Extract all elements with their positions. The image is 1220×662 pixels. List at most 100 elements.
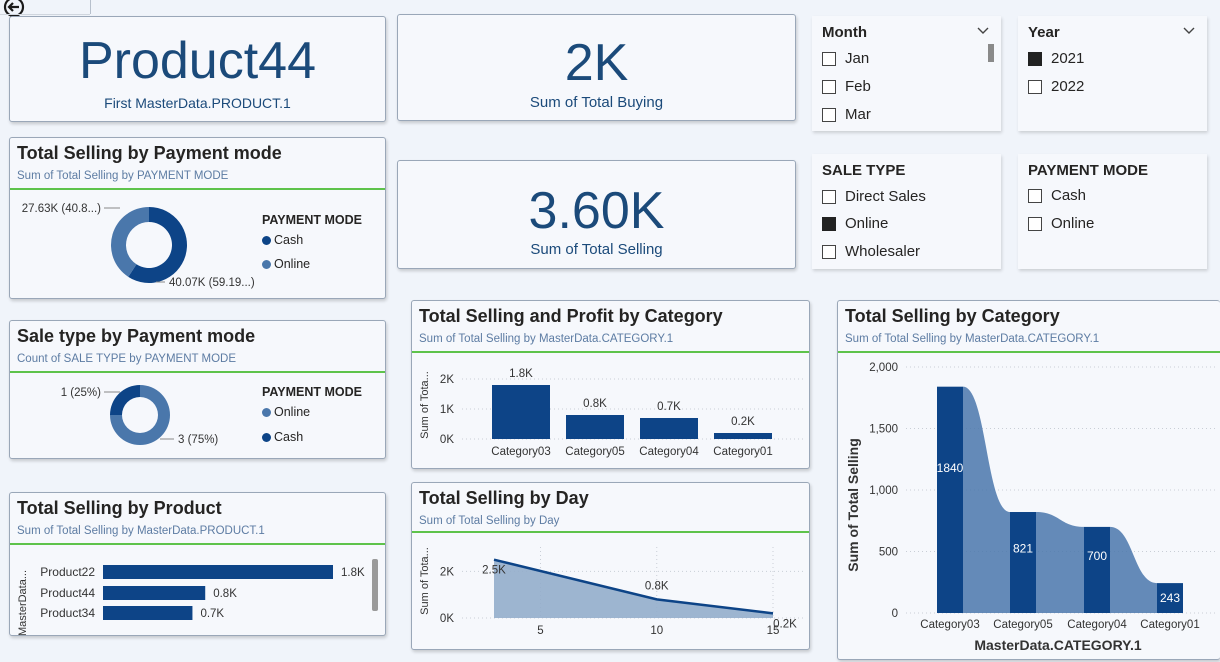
visual-category-profit-bar[interactable]: Total Selling and Profit by Category Sum… <box>411 300 810 469</box>
visual-subtitle: Count of SALE TYPE by PAYMENT MODE <box>17 353 237 365</box>
chevron-down-icon[interactable] <box>1183 22 1195 38</box>
y-tick-label: 0K <box>440 434 454 446</box>
kpi-product-value: Product44 <box>78 32 317 90</box>
legend-title: PAYMENT MODE <box>262 385 363 399</box>
visual-category-ribbon[interactable]: Total Selling by Category Sum of Total S… <box>837 300 1220 660</box>
visual-subtitle: Sum of Total Selling by PAYMENT MODE <box>17 170 229 182</box>
y-axis-label: Sum of Total Selling <box>845 438 861 572</box>
visual-subtitle: Sum of Total Selling by MasterData.CATEG… <box>419 333 674 345</box>
bar-data-label: 700 <box>1087 549 1107 563</box>
slicer-sale-type-item-online[interactable]: Online <box>822 215 888 232</box>
point-data-label: 0.2K <box>773 618 797 630</box>
slicer-payment-mode[interactable]: PAYMENT MODE Cash Online <box>1018 154 1207 269</box>
checkbox-icon[interactable] <box>822 107 836 122</box>
checkbox-icon[interactable] <box>1028 188 1042 203</box>
bar-data-label: 0.2K <box>731 416 755 428</box>
slicer-year-item-2021[interactable]: 2021 <box>1028 50 1084 67</box>
slice-data-label: 3 (75%) <box>178 434 218 446</box>
saletype-donut-chart[interactable]: 3 (75%) 1 (25%) <box>10 373 260 459</box>
checkbox-icon[interactable] <box>822 79 836 94</box>
slice-data-label: 40.07K (59.19...) <box>169 277 255 289</box>
y-tick-label: 500 <box>879 547 898 559</box>
visual-subtitle: Sum of Total Selling by MasterData.PRODU… <box>17 525 265 537</box>
visual-product-bar[interactable]: Total Selling by Product Sum of Total Se… <box>9 492 386 636</box>
legend-item-cash[interactable]: Cash <box>262 430 303 444</box>
legend-dot-icon <box>262 235 271 245</box>
legend-label: Cash <box>274 233 304 247</box>
checkbox-checked-icon[interactable] <box>822 216 836 231</box>
visual-saletype-donut[interactable]: Sale type by Payment mode Count of SALE … <box>9 320 386 459</box>
bar-category05 <box>1010 512 1036 613</box>
top-left-divider-h <box>0 14 90 15</box>
y-tick-label: 1,500 <box>869 424 898 436</box>
bar-category03 <box>492 385 550 439</box>
visual-payment-donut[interactable]: Total Selling by Payment mode Sum of Tot… <box>9 137 386 299</box>
slicer-payment-mode-item-online[interactable]: Online <box>1028 215 1094 232</box>
product-bar-chart[interactable]: MasterData... Product22 1.8K Product44 0.8K P… <box>10 545 385 635</box>
bar-category05 <box>566 415 624 439</box>
slicer-sale-type-title: SALE TYPE <box>822 162 906 179</box>
slicer-month-item-jan[interactable]: Jan <box>822 50 869 67</box>
visual-title: Total Selling and Profit by Category <box>419 306 723 326</box>
slicer-payment-mode-item-cash[interactable]: Cash <box>1028 187 1086 204</box>
bar-data-label: 1.8K <box>341 567 365 579</box>
bar-data-label: 0.7K <box>200 608 224 620</box>
kpi-buying-value: 2K <box>564 34 629 92</box>
legend-item-cash[interactable]: Cash <box>262 233 303 247</box>
checkbox-icon[interactable] <box>822 244 836 259</box>
legend-label: Online <box>274 257 311 271</box>
checkbox-icon[interactable] <box>822 51 836 66</box>
y-tick-label: 2K <box>440 374 454 386</box>
x-tick-label: Category04 <box>639 446 699 458</box>
bar-data-label: 821 <box>1013 542 1033 556</box>
slicer-payment-mode-item-label: Cash <box>1051 187 1087 204</box>
scrollbar[interactable] <box>988 44 994 62</box>
slicer-sale-type-item-label: Direct Sales <box>845 188 926 205</box>
checkbox-icon[interactable] <box>1028 79 1042 94</box>
checkbox-icon[interactable] <box>1028 216 1042 231</box>
legend-item-online[interactable]: Online <box>262 405 310 419</box>
bar-data-label: 1840 <box>937 461 964 475</box>
bar-product44 <box>103 586 206 600</box>
x-tick-label: 5 <box>537 625 543 637</box>
visual-day-area[interactable]: Total Selling by Day Sum of Total Sellin… <box>411 482 810 650</box>
slicer-month-item-label: Mar <box>845 106 871 123</box>
scrollbar[interactable] <box>372 559 378 611</box>
legend-item-online[interactable]: Online <box>262 257 310 271</box>
visual-title: Total Selling by Day <box>419 488 589 508</box>
kpi-card-selling[interactable]: 3.60K Sum of Total Selling <box>397 160 796 269</box>
kpi-card-product[interactable]: Product44 First MasterData.PRODUCT.1 <box>9 16 386 122</box>
day-area-chart[interactable]: Sum of Tota...0K2K5 10 152.5K0.8K0.2K <box>412 533 809 650</box>
slicer-sale-type[interactable]: SALE TYPE Direct Sales Online Wholesaler <box>812 154 1001 269</box>
chevron-down-icon[interactable] <box>977 22 989 38</box>
slice-data-label: 27.63K (40.8...) <box>22 203 101 215</box>
slicer-month-item-mar[interactable]: Mar <box>822 106 871 123</box>
donut-slice-cash <box>110 385 140 415</box>
slicer-payment-mode-item-label: Online <box>1051 215 1095 232</box>
kpi-card-buying[interactable]: 2K Sum of Total Buying <box>397 14 796 121</box>
slicer-year-item-2022[interactable]: 2022 <box>1028 78 1084 95</box>
payment-donut-chart[interactable]: 40.07K (59.19...) 27.63K (40.8...) <box>10 190 260 298</box>
checkbox-icon[interactable] <box>822 189 836 204</box>
slicer-year[interactable]: Year 2021 2022 <box>1018 16 1207 131</box>
slicer-month-item-feb[interactable]: Feb <box>822 78 871 95</box>
slicer-month[interactable]: Month Jan Feb Mar <box>812 16 1001 131</box>
category-profit-bar-chart[interactable]: Sum of Tota... 0K 1K 2K 1.8K Category03 0.8K Ca… <box>412 353 809 469</box>
slicer-sale-type-item-direct[interactable]: Direct Sales <box>822 188 926 205</box>
checkbox-checked-icon[interactable] <box>1028 51 1042 66</box>
bar-product34 <box>103 606 193 620</box>
ribbon-connector <box>1110 526 1157 613</box>
kpi-buying-caption: Sum of Total Buying <box>529 94 664 111</box>
slicer-year-item-label: 2022 <box>1051 78 1085 95</box>
slicer-sale-type-item-wholesaler[interactable]: Wholesaler <box>822 243 920 260</box>
kpi-selling-value: 3.60K <box>528 182 665 240</box>
slicer-payment-mode-title: PAYMENT MODE <box>1028 162 1149 179</box>
x-tick-label: Category03 <box>920 619 979 631</box>
category-tick-label: Product44 <box>40 586 95 600</box>
x-tick-label: Category05 <box>993 619 1052 631</box>
x-tick-label: Category05 <box>565 446 624 458</box>
slicer-year-item-label: 2021 <box>1051 50 1085 67</box>
y-axis-label: Sum of Tota... <box>419 547 431 615</box>
legend-dot-icon <box>262 407 271 417</box>
category-ribbon-chart[interactable]: Sum of Total Selling MasterData.CATEGORY.… <box>838 353 1220 659</box>
